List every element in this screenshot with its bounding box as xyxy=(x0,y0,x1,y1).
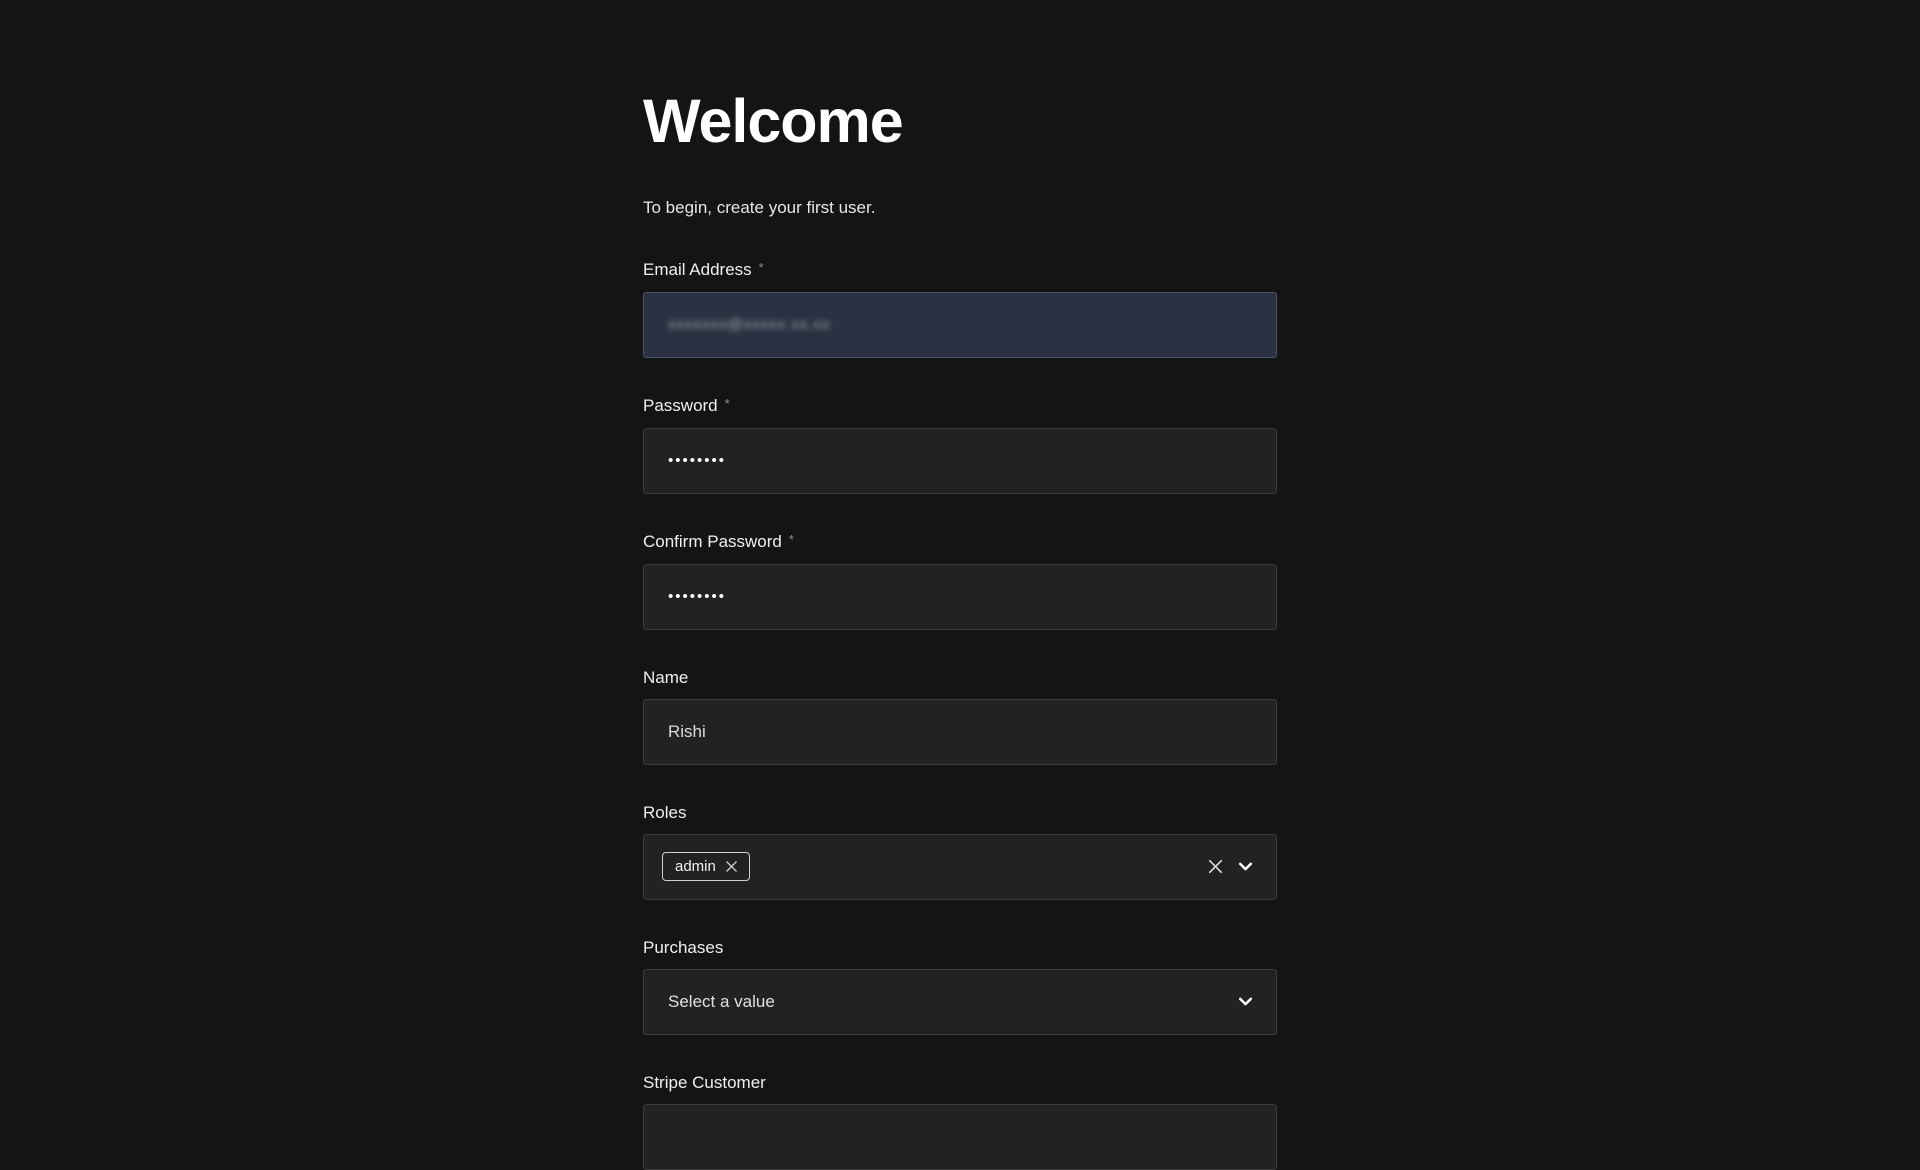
confirm-password-masked-value: •••••••• xyxy=(668,588,726,605)
name-input[interactable]: Rishi xyxy=(643,699,1277,765)
chip-remove-icon[interactable] xyxy=(725,860,738,873)
field-label-row: Purchases xyxy=(643,939,1277,957)
field-label-row: Name xyxy=(643,669,1277,687)
name-label: Name xyxy=(643,668,688,687)
create-user-form: Email Address * xxxxxxx@xxxxx.xx.xx Passw… xyxy=(643,261,1277,1170)
select-controls xyxy=(1206,857,1254,876)
confirm-password-label: Confirm Password xyxy=(643,532,782,551)
field-label-row: Password * xyxy=(643,397,1277,416)
page-subtitle: To begin, create your first user. xyxy=(643,199,1277,216)
create-first-user-page: Welcome To begin, create your first user… xyxy=(643,0,1277,1170)
email-input[interactable]: xxxxxxx@xxxxx.xx.xx xyxy=(643,292,1277,358)
field-password: Password * •••••••• xyxy=(643,397,1277,494)
select-controls xyxy=(1237,993,1254,1010)
purchases-placeholder: Select a value xyxy=(668,992,775,1012)
confirm-password-input[interactable]: •••••••• xyxy=(643,564,1277,630)
chevron-down-icon[interactable] xyxy=(1237,993,1254,1010)
field-label-row: Confirm Password * xyxy=(643,533,1277,552)
purchases-label: Purchases xyxy=(643,938,723,957)
field-label-row: Email Address * xyxy=(643,261,1277,280)
field-email: Email Address * xxxxxxx@xxxxx.xx.xx xyxy=(643,261,1277,358)
field-label-row: Roles xyxy=(643,804,1277,822)
purchases-select[interactable]: Select a value xyxy=(643,969,1277,1035)
password-label: Password xyxy=(643,396,718,415)
field-purchases: Purchases Select a value xyxy=(643,939,1277,1035)
field-label-row: Stripe Customer xyxy=(643,1074,1277,1092)
required-asterisk: * xyxy=(725,396,730,411)
chevron-down-icon[interactable] xyxy=(1237,858,1254,875)
roles-chip-admin[interactable]: admin xyxy=(662,852,750,881)
roles-multiselect[interactable]: admin xyxy=(643,834,1277,900)
page-title: Welcome xyxy=(643,90,1277,153)
chip-label: admin xyxy=(675,858,716,875)
required-asterisk: * xyxy=(789,532,794,547)
stripe-customer-label: Stripe Customer xyxy=(643,1073,766,1092)
required-asterisk: * xyxy=(759,260,764,275)
email-label: Email Address xyxy=(643,260,752,279)
field-confirm-password: Confirm Password * •••••••• xyxy=(643,533,1277,630)
field-name: Name Rishi xyxy=(643,669,1277,765)
password-input[interactable]: •••••••• xyxy=(643,428,1277,494)
field-stripe-customer: Stripe Customer xyxy=(643,1074,1277,1170)
password-masked-value: •••••••• xyxy=(668,452,726,469)
roles-label: Roles xyxy=(643,803,686,822)
field-roles: Roles admin xyxy=(643,804,1277,900)
email-blurred-value: xxxxxxx@xxxxx.xx.xx xyxy=(668,316,831,333)
name-value: Rishi xyxy=(668,722,706,742)
stripe-customer-input[interactable] xyxy=(643,1104,1277,1170)
clear-icon[interactable] xyxy=(1206,857,1225,876)
